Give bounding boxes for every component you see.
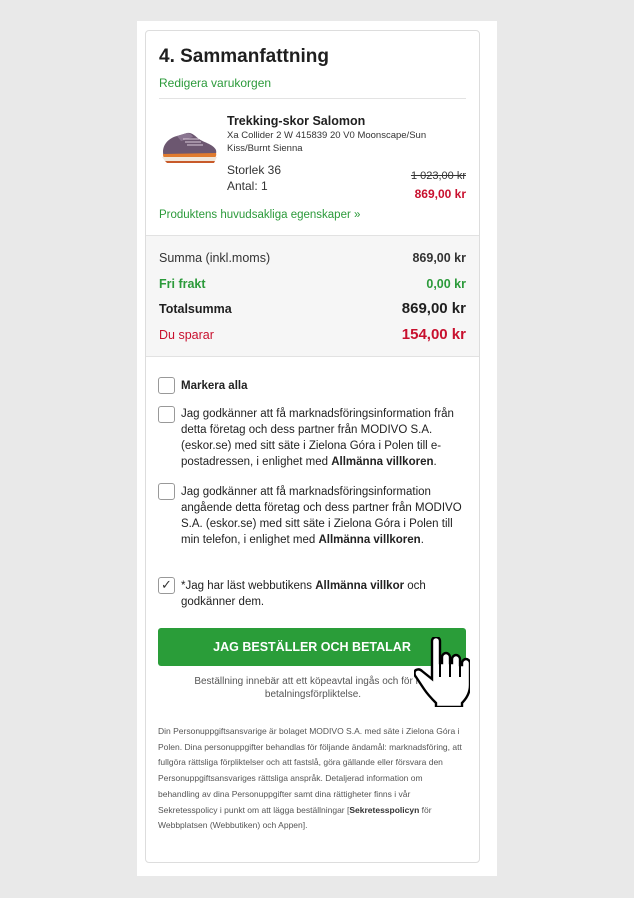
- totals-panel: Summa (inkl.moms) 869,00 kr Fri frakt 0,…: [146, 235, 479, 357]
- divider: [159, 98, 466, 99]
- page-title: 4. Sammanfattning: [159, 46, 329, 67]
- phone-consent-checkbox[interactable]: [158, 483, 175, 500]
- email-consent-checkbox[interactable]: [158, 406, 175, 423]
- subtotal-value: 869,00 kr: [412, 251, 466, 265]
- edit-cart-link[interactable]: Redigera varukorgen: [159, 76, 271, 90]
- product-features-link[interactable]: Produktens huvudsakliga egenskaper »: [159, 209, 360, 221]
- page-panel: 4. Sammanfattning Redigera varukorgen Tr…: [137, 21, 497, 876]
- shipping-label: Fri frakt: [159, 277, 206, 291]
- select-all-label: Markera alla: [181, 380, 248, 392]
- total-value: 869,00 kr: [401, 300, 466, 317]
- savings-value: 154,00 kr: [401, 326, 466, 343]
- shipping-value: 0,00 kr: [426, 277, 466, 291]
- terms-link[interactable]: Allmänna villkoren: [331, 456, 433, 468]
- legal-notice: Din Personuppgiftsansvarige är bolaget M…: [158, 726, 462, 831]
- sale-price: 869,00 kr: [414, 187, 466, 201]
- phone-consent-label: Jag godkänner att få marknadsföringsinfo…: [181, 486, 462, 546]
- terms-link[interactable]: Allmänna villkor: [315, 580, 404, 592]
- shoe-image: [162, 132, 217, 163]
- terms-link[interactable]: Allmänna villkoren: [318, 534, 420, 546]
- product-name[interactable]: Trekking-skor Salomon: [227, 114, 365, 128]
- email-consent-label: Jag godkänner att få marknadsföringsinfo…: [181, 408, 454, 468]
- product-description: Xa Collider 2 W 415839 20 V0 Moonscape/S…: [227, 130, 427, 154]
- privacy-policy-link[interactable]: Sekretesspolicyn: [349, 805, 419, 815]
- product-size: Storlek 36: [227, 163, 282, 177]
- checkmark-icon: ✓: [161, 577, 172, 592]
- total-label: Totalsumma: [159, 302, 232, 316]
- summary-card: 4. Sammanfattning Redigera varukorgen Tr…: [145, 30, 480, 863]
- product-quantity: Antal: 1: [227, 179, 268, 193]
- savings-label: Du sparar: [159, 328, 214, 342]
- hand-cursor-icon: [414, 637, 470, 707]
- terms-label: *Jag har läst webbutikens Allmänna villk…: [181, 580, 426, 608]
- select-all-checkbox[interactable]: [158, 377, 175, 394]
- subtotal-label: Summa (inkl.moms): [159, 251, 271, 265]
- old-price: 1 023,00 kr: [410, 170, 466, 182]
- terms-checkbox[interactable]: ✓: [158, 577, 175, 594]
